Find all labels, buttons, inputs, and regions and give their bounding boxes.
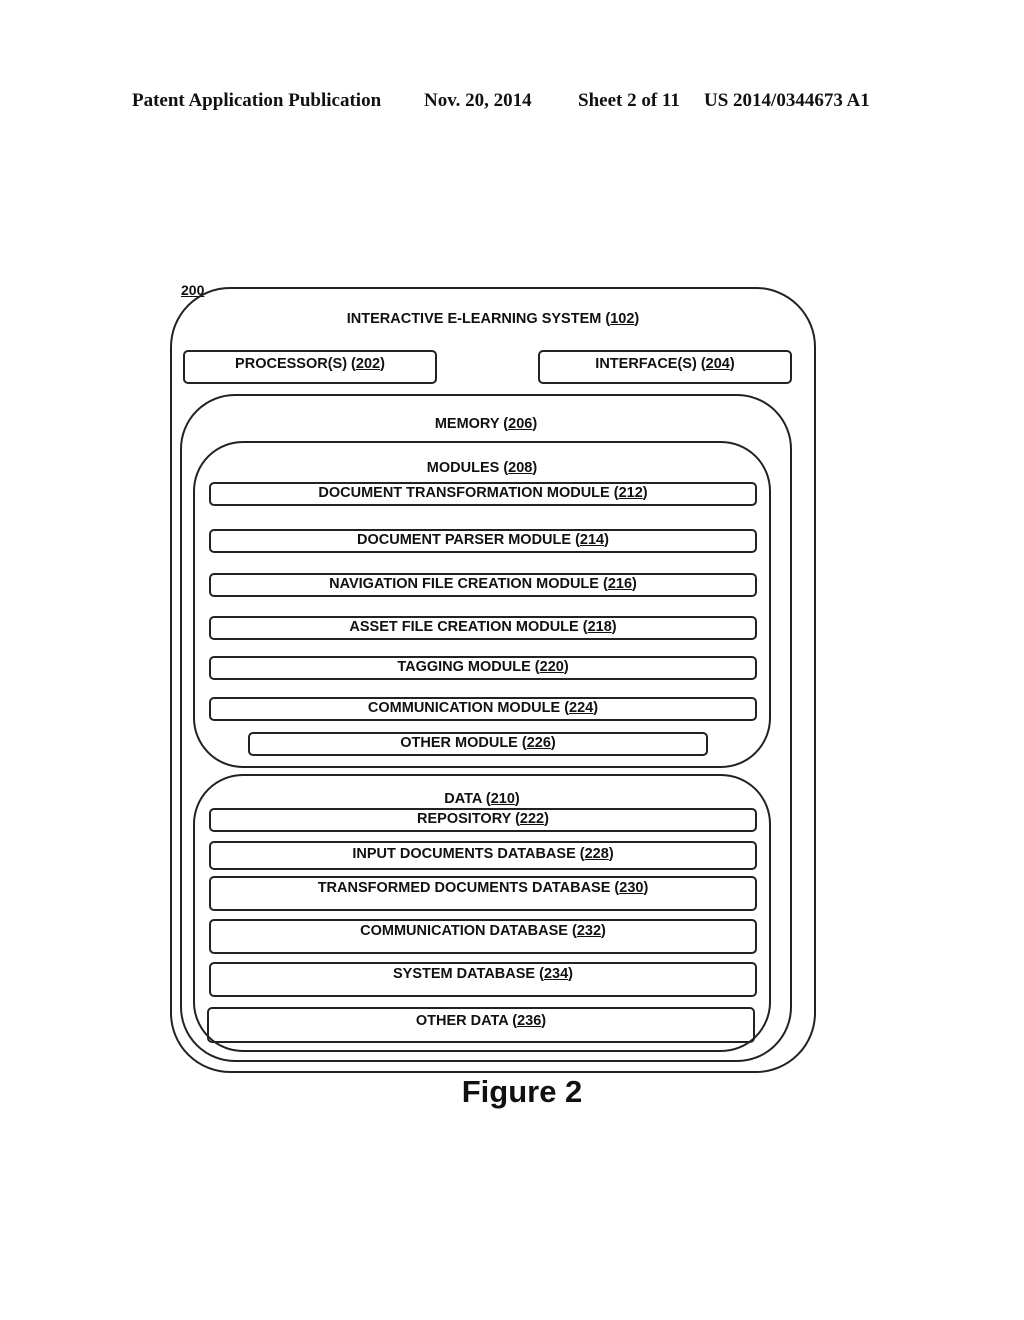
- sheet-number: Sheet 2 of 11: [578, 90, 680, 111]
- figure-caption: Figure 2: [461, 1074, 583, 1109]
- publication-date: Nov. 20, 2014: [424, 90, 532, 111]
- memory-label: MEMORY (206): [434, 416, 538, 432]
- module-item: TAGGING MODULE (220): [209, 656, 757, 680]
- module-item: ASSET FILE CREATION MODULE (218): [209, 616, 757, 640]
- patent-number: US 2014/0344673 A1: [704, 90, 870, 111]
- data-item: TRANSFORMED DOCUMENTS DATABASE (230): [209, 876, 757, 911]
- module-label: OTHER MODULE (226): [400, 735, 556, 751]
- module-label: TAGGING MODULE (220): [397, 659, 569, 675]
- data-item: INPUT DOCUMENTS DATABASE (228): [209, 841, 757, 870]
- system-label: INTERACTIVE E-LEARNING SYSTEM (102): [346, 311, 640, 327]
- data-item: OTHER DATA (236): [207, 1007, 755, 1043]
- data-item-label: COMMUNICATION DATABASE (232): [360, 923, 606, 939]
- module-label: DOCUMENT PARSER MODULE (214): [357, 532, 609, 548]
- module-item: DOCUMENT PARSER MODULE (214): [209, 529, 757, 553]
- module-label: NAVIGATION FILE CREATION MODULE (216): [329, 576, 637, 592]
- module-label: DOCUMENT TRANSFORMATION MODULE (212): [318, 485, 648, 501]
- data-item-label: OTHER DATA (236): [415, 1013, 547, 1029]
- interface-box: INTERFACE(S) (204): [538, 350, 792, 384]
- module-label: ASSET FILE CREATION MODULE (218): [349, 619, 617, 635]
- module-item: NAVIGATION FILE CREATION MODULE (216): [209, 573, 757, 597]
- data-item-label: SYSTEM DATABASE (234): [393, 966, 573, 982]
- data-item-label: INPUT DOCUMENTS DATABASE (228): [352, 846, 614, 862]
- data-item-label: TRANSFORMED DOCUMENTS DATABASE (230): [317, 880, 649, 896]
- data-item: SYSTEM DATABASE (234): [209, 962, 757, 997]
- module-item: DOCUMENT TRANSFORMATION MODULE (212): [209, 482, 757, 506]
- data-item-label: REPOSITORY (222): [417, 811, 549, 827]
- data-label: DATA (210): [444, 791, 520, 807]
- processor-label: PROCESSOR(S) (202): [235, 356, 385, 372]
- module-item: OTHER MODULE (226): [248, 732, 708, 756]
- modules-label: MODULES (208): [426, 460, 538, 476]
- processor-box: PROCESSOR(S) (202): [183, 350, 437, 384]
- module-item: COMMUNICATION MODULE (224): [209, 697, 757, 721]
- publication-label: Patent Application Publication: [132, 90, 382, 111]
- data-item: REPOSITORY (222): [209, 808, 757, 832]
- data-item: COMMUNICATION DATABASE (232): [209, 919, 757, 954]
- interface-label: INTERFACE(S) (204): [595, 356, 735, 372]
- module-label: COMMUNICATION MODULE (224): [367, 700, 599, 716]
